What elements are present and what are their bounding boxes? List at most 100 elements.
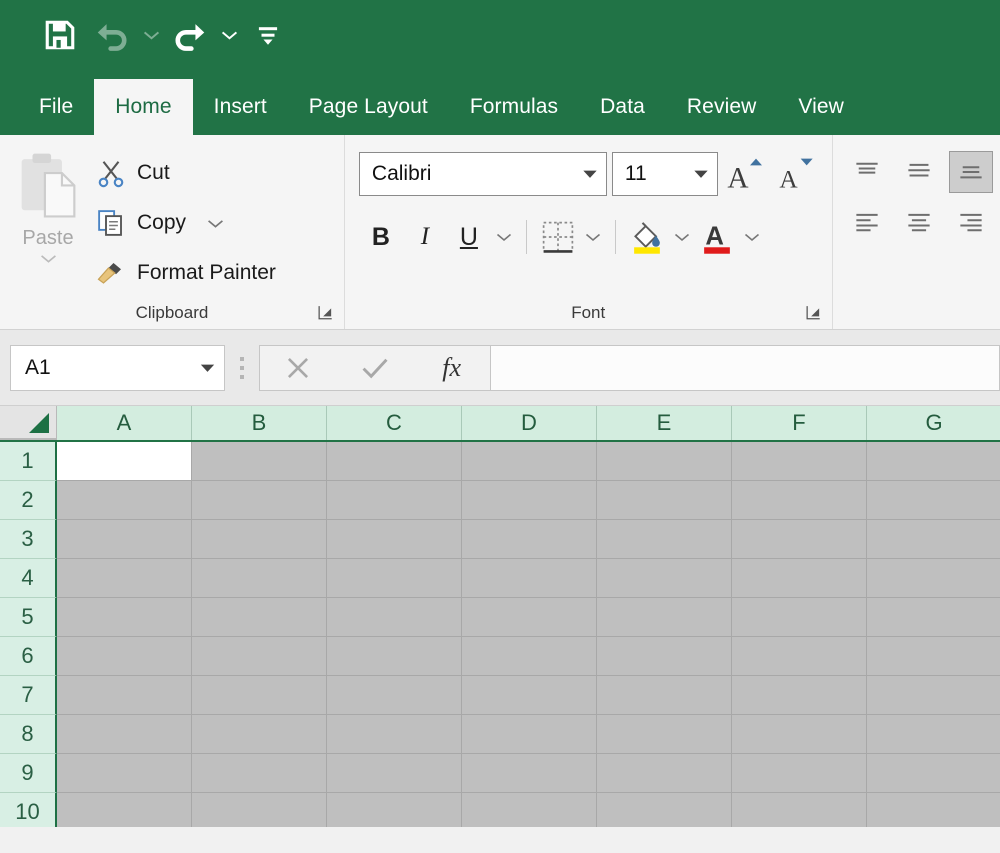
cell-c6[interactable] — [327, 637, 462, 676]
cell-b1[interactable] — [192, 442, 327, 481]
cell-f4[interactable] — [732, 559, 867, 598]
cell-c2[interactable] — [327, 481, 462, 520]
cell-g10[interactable] — [867, 793, 1000, 827]
cell-f9[interactable] — [732, 754, 867, 793]
cell-e1[interactable] — [597, 442, 732, 481]
copy-dropdown-button[interactable] — [207, 218, 224, 229]
cell-e5[interactable] — [597, 598, 732, 637]
fill-color-dropdown-button[interactable] — [669, 214, 695, 260]
cell-e8[interactable] — [597, 715, 732, 754]
cell-d8[interactable] — [462, 715, 597, 754]
cell-g4[interactable] — [867, 559, 1000, 598]
cell-d4[interactable] — [462, 559, 597, 598]
row-header-9[interactable]: 9 — [0, 754, 57, 793]
cell-a5[interactable] — [57, 598, 192, 637]
cell-b3[interactable] — [192, 520, 327, 559]
cell-g2[interactable] — [867, 481, 1000, 520]
row-header-4[interactable]: 4 — [0, 559, 57, 598]
cell-d2[interactable] — [462, 481, 597, 520]
cell-b7[interactable] — [192, 676, 327, 715]
cancel-button[interactable] — [263, 346, 333, 390]
name-box[interactable]: A1 — [10, 344, 225, 391]
font-name-combobox[interactable]: Calibri — [358, 152, 607, 196]
cell-g9[interactable] — [867, 754, 1000, 793]
cell-f8[interactable] — [732, 715, 867, 754]
middle-align-button[interactable] — [897, 151, 941, 193]
bold-button[interactable]: B — [359, 214, 403, 260]
font-size-combobox[interactable]: 11 — [611, 152, 718, 196]
cell-a7[interactable] — [57, 676, 192, 715]
cell-a3[interactable] — [57, 520, 192, 559]
cell-f6[interactable] — [732, 637, 867, 676]
cell-d6[interactable] — [462, 637, 597, 676]
row-header-2[interactable]: 2 — [0, 481, 57, 520]
bottom-align-button[interactable] — [948, 151, 993, 193]
column-header-f[interactable]: F — [732, 406, 867, 440]
column-header-c[interactable]: C — [327, 406, 462, 440]
row-header-7[interactable]: 7 — [0, 676, 57, 715]
cell-e4[interactable] — [597, 559, 732, 598]
cell-c1[interactable] — [327, 442, 462, 481]
font-color-dropdown-button[interactable] — [739, 214, 765, 260]
tab-formulas[interactable]: Formulas — [449, 79, 579, 135]
fill-color-button[interactable] — [625, 214, 669, 260]
tab-page-layout[interactable]: Page Layout — [288, 79, 449, 135]
cell-b2[interactable] — [192, 481, 327, 520]
cell-c9[interactable] — [327, 754, 462, 793]
cell-c3[interactable] — [327, 520, 462, 559]
cell-b9[interactable] — [192, 754, 327, 793]
column-header-g[interactable]: G — [867, 406, 1000, 440]
cell-c4[interactable] — [327, 559, 462, 598]
cell-e9[interactable] — [597, 754, 732, 793]
undo-dropdown-button[interactable] — [138, 9, 164, 61]
tab-review[interactable]: Review — [666, 79, 777, 135]
redo-button[interactable] — [164, 9, 216, 61]
select-all-button[interactable] — [0, 406, 57, 440]
increase-font-size-button[interactable]: A — [722, 150, 770, 198]
tab-data[interactable]: Data — [579, 79, 666, 135]
cell-b10[interactable] — [192, 793, 327, 827]
cell-d3[interactable] — [462, 520, 597, 559]
paste-button[interactable]: Paste — [0, 145, 96, 297]
cell-f3[interactable] — [732, 520, 867, 559]
cell-f1[interactable] — [732, 442, 867, 481]
cell-a6[interactable] — [57, 637, 192, 676]
align-right-button[interactable] — [949, 201, 993, 243]
format-painter-button[interactable]: Format Painter — [96, 249, 282, 297]
cell-e7[interactable] — [597, 676, 732, 715]
column-header-d[interactable]: D — [462, 406, 597, 440]
cell-d7[interactable] — [462, 676, 597, 715]
cell-g7[interactable] — [867, 676, 1000, 715]
underline-dropdown-button[interactable] — [491, 214, 517, 260]
clipboard-dialog-launcher[interactable] — [318, 305, 334, 321]
cut-button[interactable]: Cut — [96, 149, 282, 197]
column-header-a[interactable]: A — [57, 406, 192, 440]
cell-g8[interactable] — [867, 715, 1000, 754]
cell-f2[interactable] — [732, 481, 867, 520]
undo-button[interactable] — [86, 9, 138, 61]
italic-button[interactable]: I — [403, 214, 447, 260]
cell-a1[interactable] — [57, 442, 192, 481]
row-header-10[interactable]: 10 — [0, 793, 57, 827]
align-left-button[interactable] — [845, 201, 889, 243]
cell-d10[interactable] — [462, 793, 597, 827]
cell-c7[interactable] — [327, 676, 462, 715]
decrease-font-size-button[interactable]: A — [774, 150, 822, 198]
tab-view[interactable]: View — [777, 79, 865, 135]
cell-d5[interactable] — [462, 598, 597, 637]
row-header-3[interactable]: 3 — [0, 520, 57, 559]
font-dialog-launcher[interactable] — [806, 305, 822, 321]
cell-a10[interactable] — [57, 793, 192, 827]
redo-dropdown-button[interactable] — [216, 9, 242, 61]
cell-g6[interactable] — [867, 637, 1000, 676]
tab-home[interactable]: Home — [94, 79, 193, 135]
borders-dropdown-button[interactable] — [580, 214, 606, 260]
column-header-e[interactable]: E — [597, 406, 732, 440]
cell-a2[interactable] — [57, 481, 192, 520]
cell-g5[interactable] — [867, 598, 1000, 637]
cell-e10[interactable] — [597, 793, 732, 827]
cell-f7[interactable] — [732, 676, 867, 715]
align-center-button[interactable] — [897, 201, 941, 243]
cell-e3[interactable] — [597, 520, 732, 559]
top-align-button[interactable] — [845, 151, 889, 193]
